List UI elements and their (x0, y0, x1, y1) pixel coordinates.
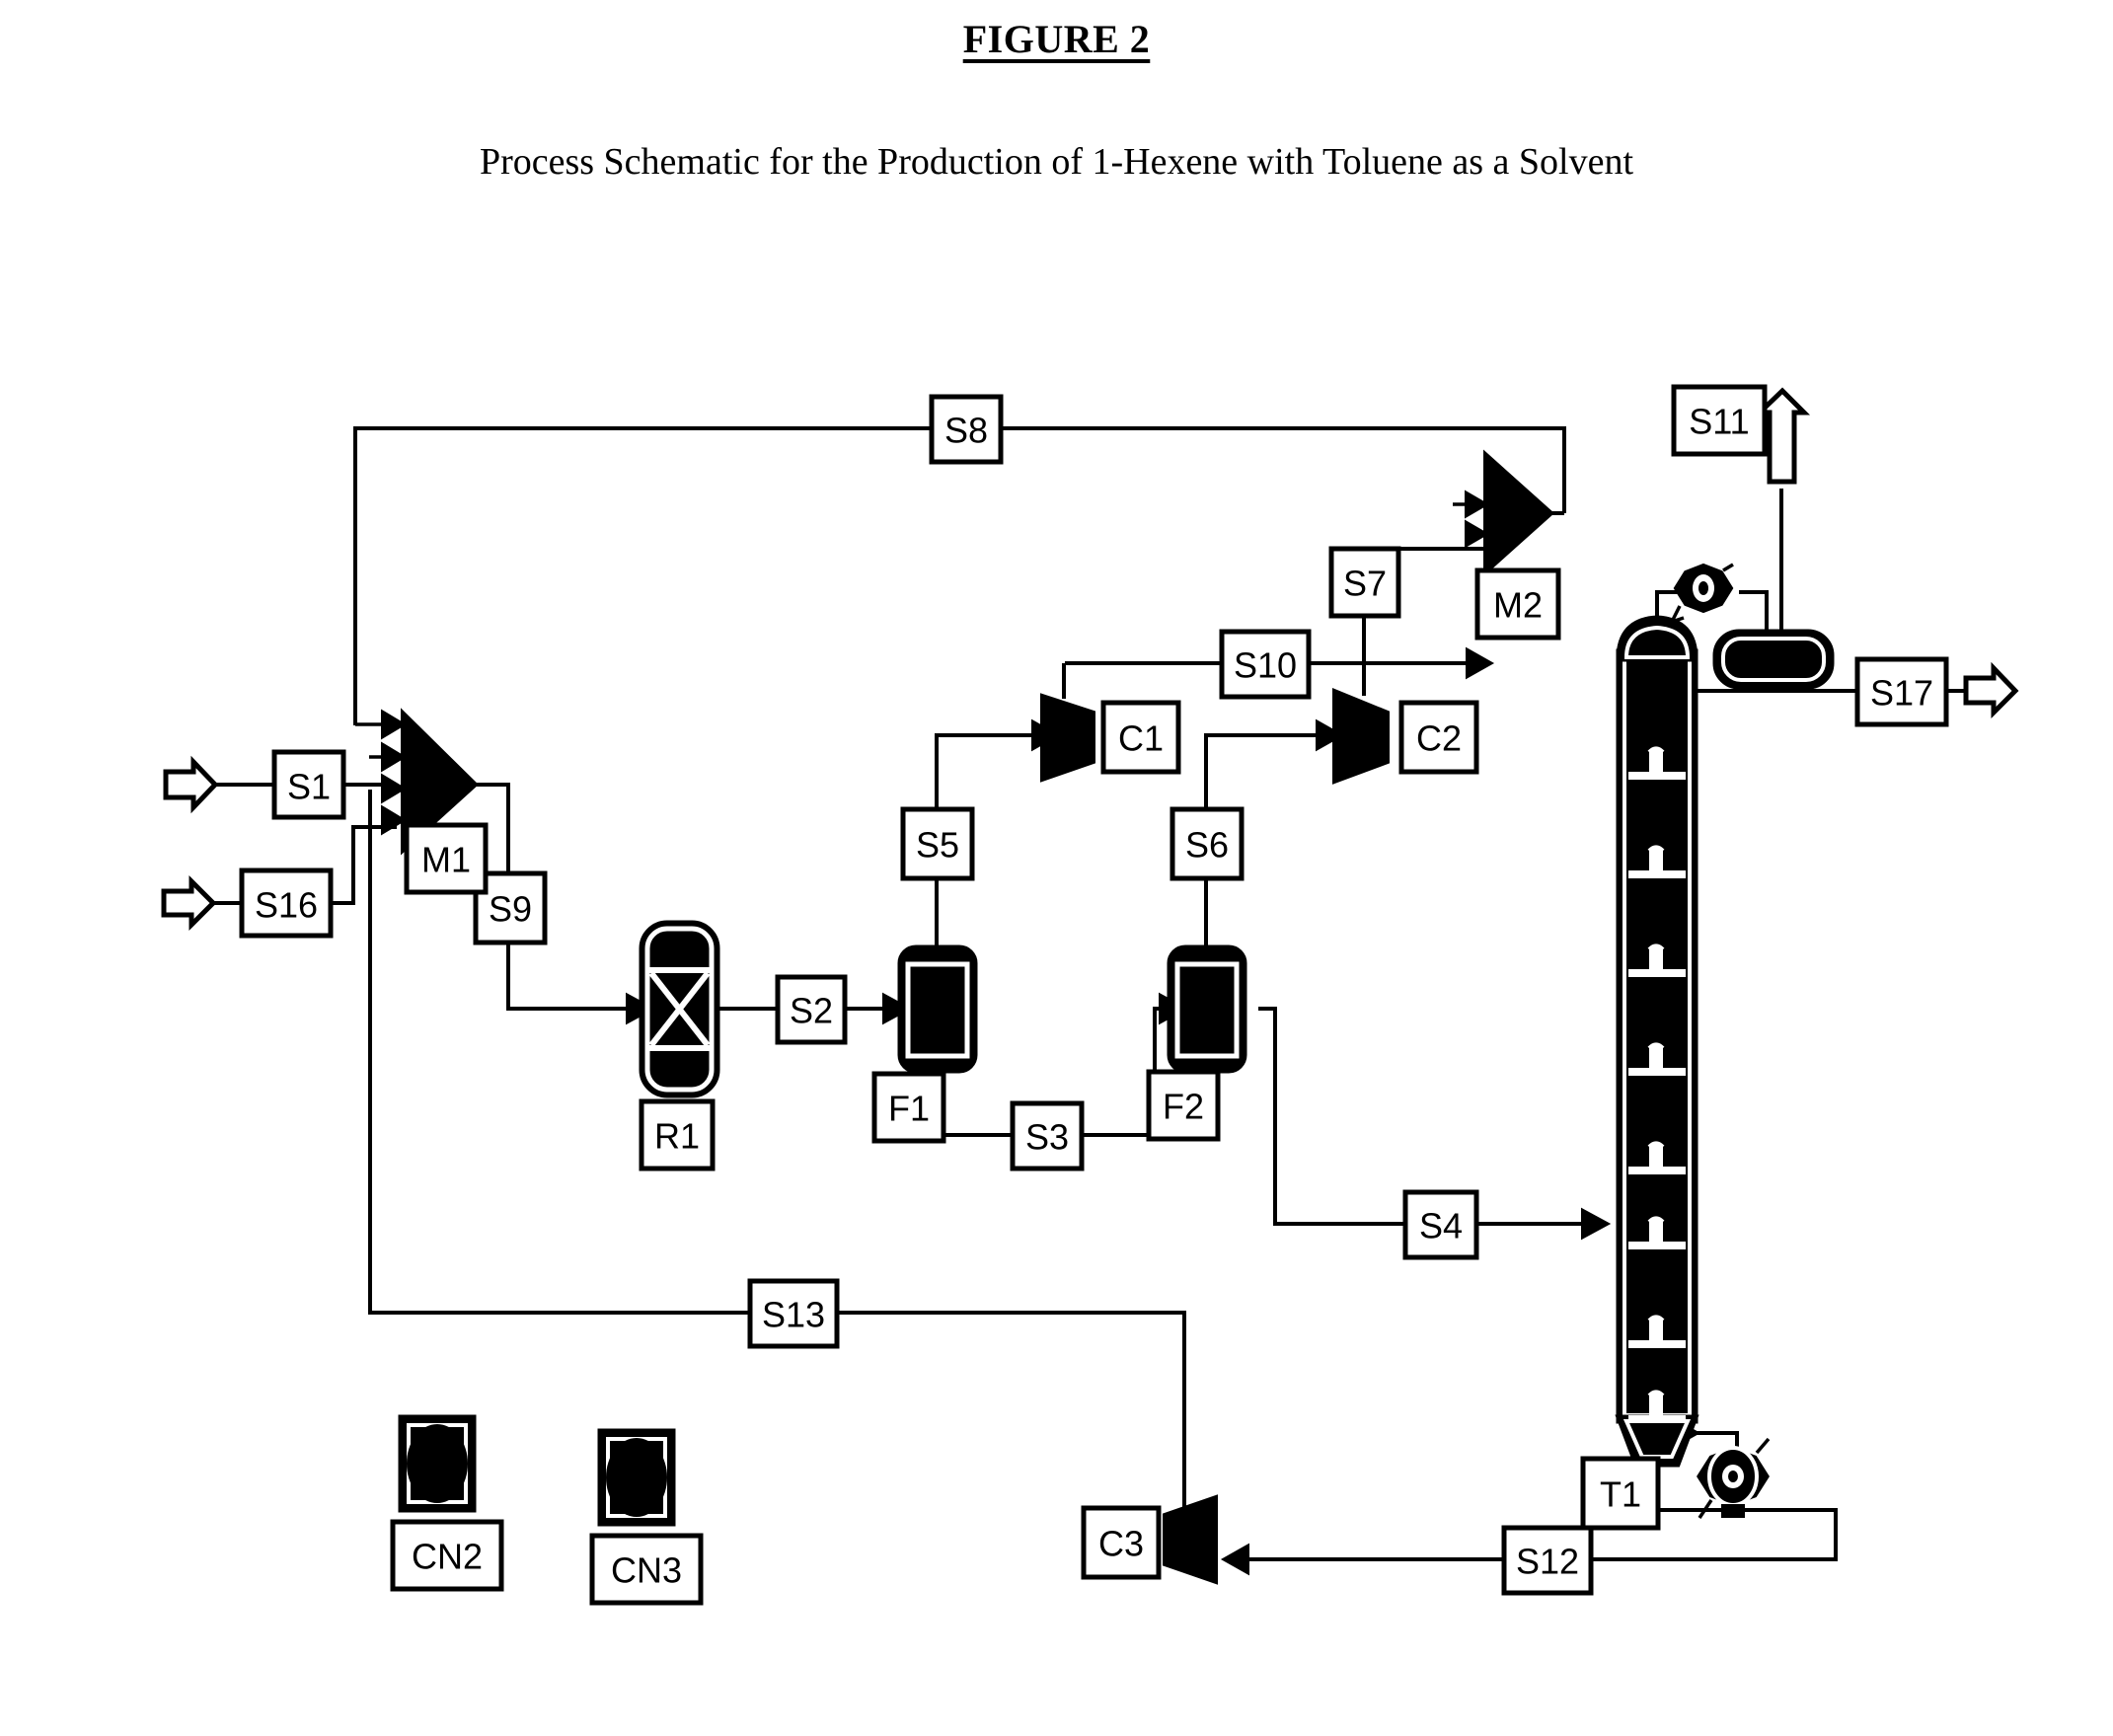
unit-label-C3[interactable]: C3 (1081, 1505, 1162, 1580)
process-flow-diagram: S1 S16 S9 S2 S5 S3 S6 S4 S10 S7 S8 S11 S… (0, 0, 2113, 1736)
stream-label-text: S10 (1234, 645, 1297, 686)
unit-label-CN3[interactable]: CN3 (589, 1533, 704, 1606)
unit-condenser-pump[interactable] (1668, 563, 1734, 625)
inlet-arrow-S1 (163, 755, 219, 814)
unit-label-text: C1 (1118, 718, 1164, 759)
unit-label-CN2[interactable]: CN2 (390, 1519, 504, 1592)
unit-label-text: F2 (1163, 1087, 1204, 1127)
figure-page: FIGURE 2 Process Schematic for the Produ… (0, 0, 2113, 1736)
unit-label-text: T1 (1600, 1474, 1641, 1515)
stream-label-S12[interactable]: S12 (1501, 1525, 1594, 1596)
unit-label-text: C2 (1416, 718, 1462, 759)
stream-label-text: S6 (1185, 825, 1229, 866)
stream-label-S11[interactable]: S11 (1671, 384, 1768, 457)
stream-label-text: S17 (1870, 673, 1933, 714)
stream-label-text: S4 (1419, 1206, 1463, 1246)
unit-label-R1[interactable]: R1 (639, 1098, 716, 1171)
unit-T1-distillation-column[interactable] (1615, 615, 1699, 1468)
stream-label-S17[interactable]: S17 (1854, 656, 1949, 727)
unit-label-C1[interactable]: C1 (1100, 700, 1181, 775)
outlet-arrow-S17 (1963, 661, 2019, 719)
unit-reflux-drum[interactable] (1712, 629, 1835, 690)
unit-C2-compressor[interactable] (1332, 663, 1390, 785)
unit-C3-compressor[interactable] (1163, 1471, 1218, 1585)
unit-C1-compressor[interactable] (1040, 663, 1095, 783)
unit-label-text: R1 (654, 1116, 700, 1157)
stream-label-text: S5 (916, 825, 959, 866)
stream-label-text: S3 (1025, 1117, 1069, 1158)
unit-label-T1[interactable]: T1 (1580, 1456, 1661, 1531)
stream-label-S2[interactable]: S2 (775, 974, 848, 1045)
stream-label-text: S7 (1343, 564, 1387, 604)
stream-label-text: S2 (790, 991, 833, 1031)
stream-label-text: S8 (944, 411, 988, 451)
stream-label-text: S9 (489, 889, 532, 930)
unit-label-text: C3 (1098, 1524, 1144, 1564)
unit-label-C2[interactable]: C2 (1398, 700, 1479, 775)
unit-label-M1[interactable]: M1 (404, 822, 489, 895)
stream-label-S8[interactable]: S8 (929, 394, 1004, 465)
unit-M2-mixer[interactable] (1453, 449, 1554, 577)
stream-label-text: S1 (287, 767, 331, 807)
unit-label-text: CN3 (611, 1550, 682, 1591)
stream-label-S3[interactable]: S3 (1010, 1100, 1085, 1171)
unit-label-F2[interactable]: F2 (1146, 1069, 1221, 1142)
unit-label-text: M2 (1493, 585, 1543, 626)
stream-label-S13[interactable]: S13 (747, 1278, 840, 1349)
unit-label-M2[interactable]: M2 (1474, 567, 1561, 641)
unit-reboiler-pump[interactable] (1697, 1437, 1771, 1519)
stream-label-S1[interactable]: S1 (271, 749, 346, 820)
unit-CN2-heat-exchanger[interactable] (398, 1414, 477, 1513)
stream-label-text: S16 (255, 885, 318, 926)
unit-CN3-heat-exchanger[interactable] (597, 1428, 676, 1527)
stream-label-S16[interactable]: S16 (239, 868, 334, 939)
stream-label-S4[interactable]: S4 (1402, 1189, 1479, 1260)
stream-label-text: S12 (1516, 1542, 1579, 1582)
stream-label-S5[interactable]: S5 (900, 806, 975, 881)
stream-label-text: S11 (1689, 402, 1749, 442)
unit-label-text: F1 (888, 1089, 930, 1129)
unit-F2-flash-drum[interactable] (1167, 944, 1247, 1074)
stream-label-S7[interactable]: S7 (1328, 546, 1401, 619)
unit-R1-reactor[interactable] (639, 920, 720, 1098)
unit-label-F1[interactable]: F1 (871, 1071, 946, 1144)
stream-label-S6[interactable]: S6 (1170, 806, 1245, 881)
unit-label-text: M1 (421, 840, 471, 880)
stream-label-text: S13 (762, 1295, 825, 1335)
unit-label-text: CN2 (412, 1537, 483, 1577)
stream-label-S10[interactable]: S10 (1219, 629, 1312, 700)
inlet-arrow-S16 (161, 874, 217, 932)
unit-F1-flash-drum[interactable] (897, 944, 978, 1074)
